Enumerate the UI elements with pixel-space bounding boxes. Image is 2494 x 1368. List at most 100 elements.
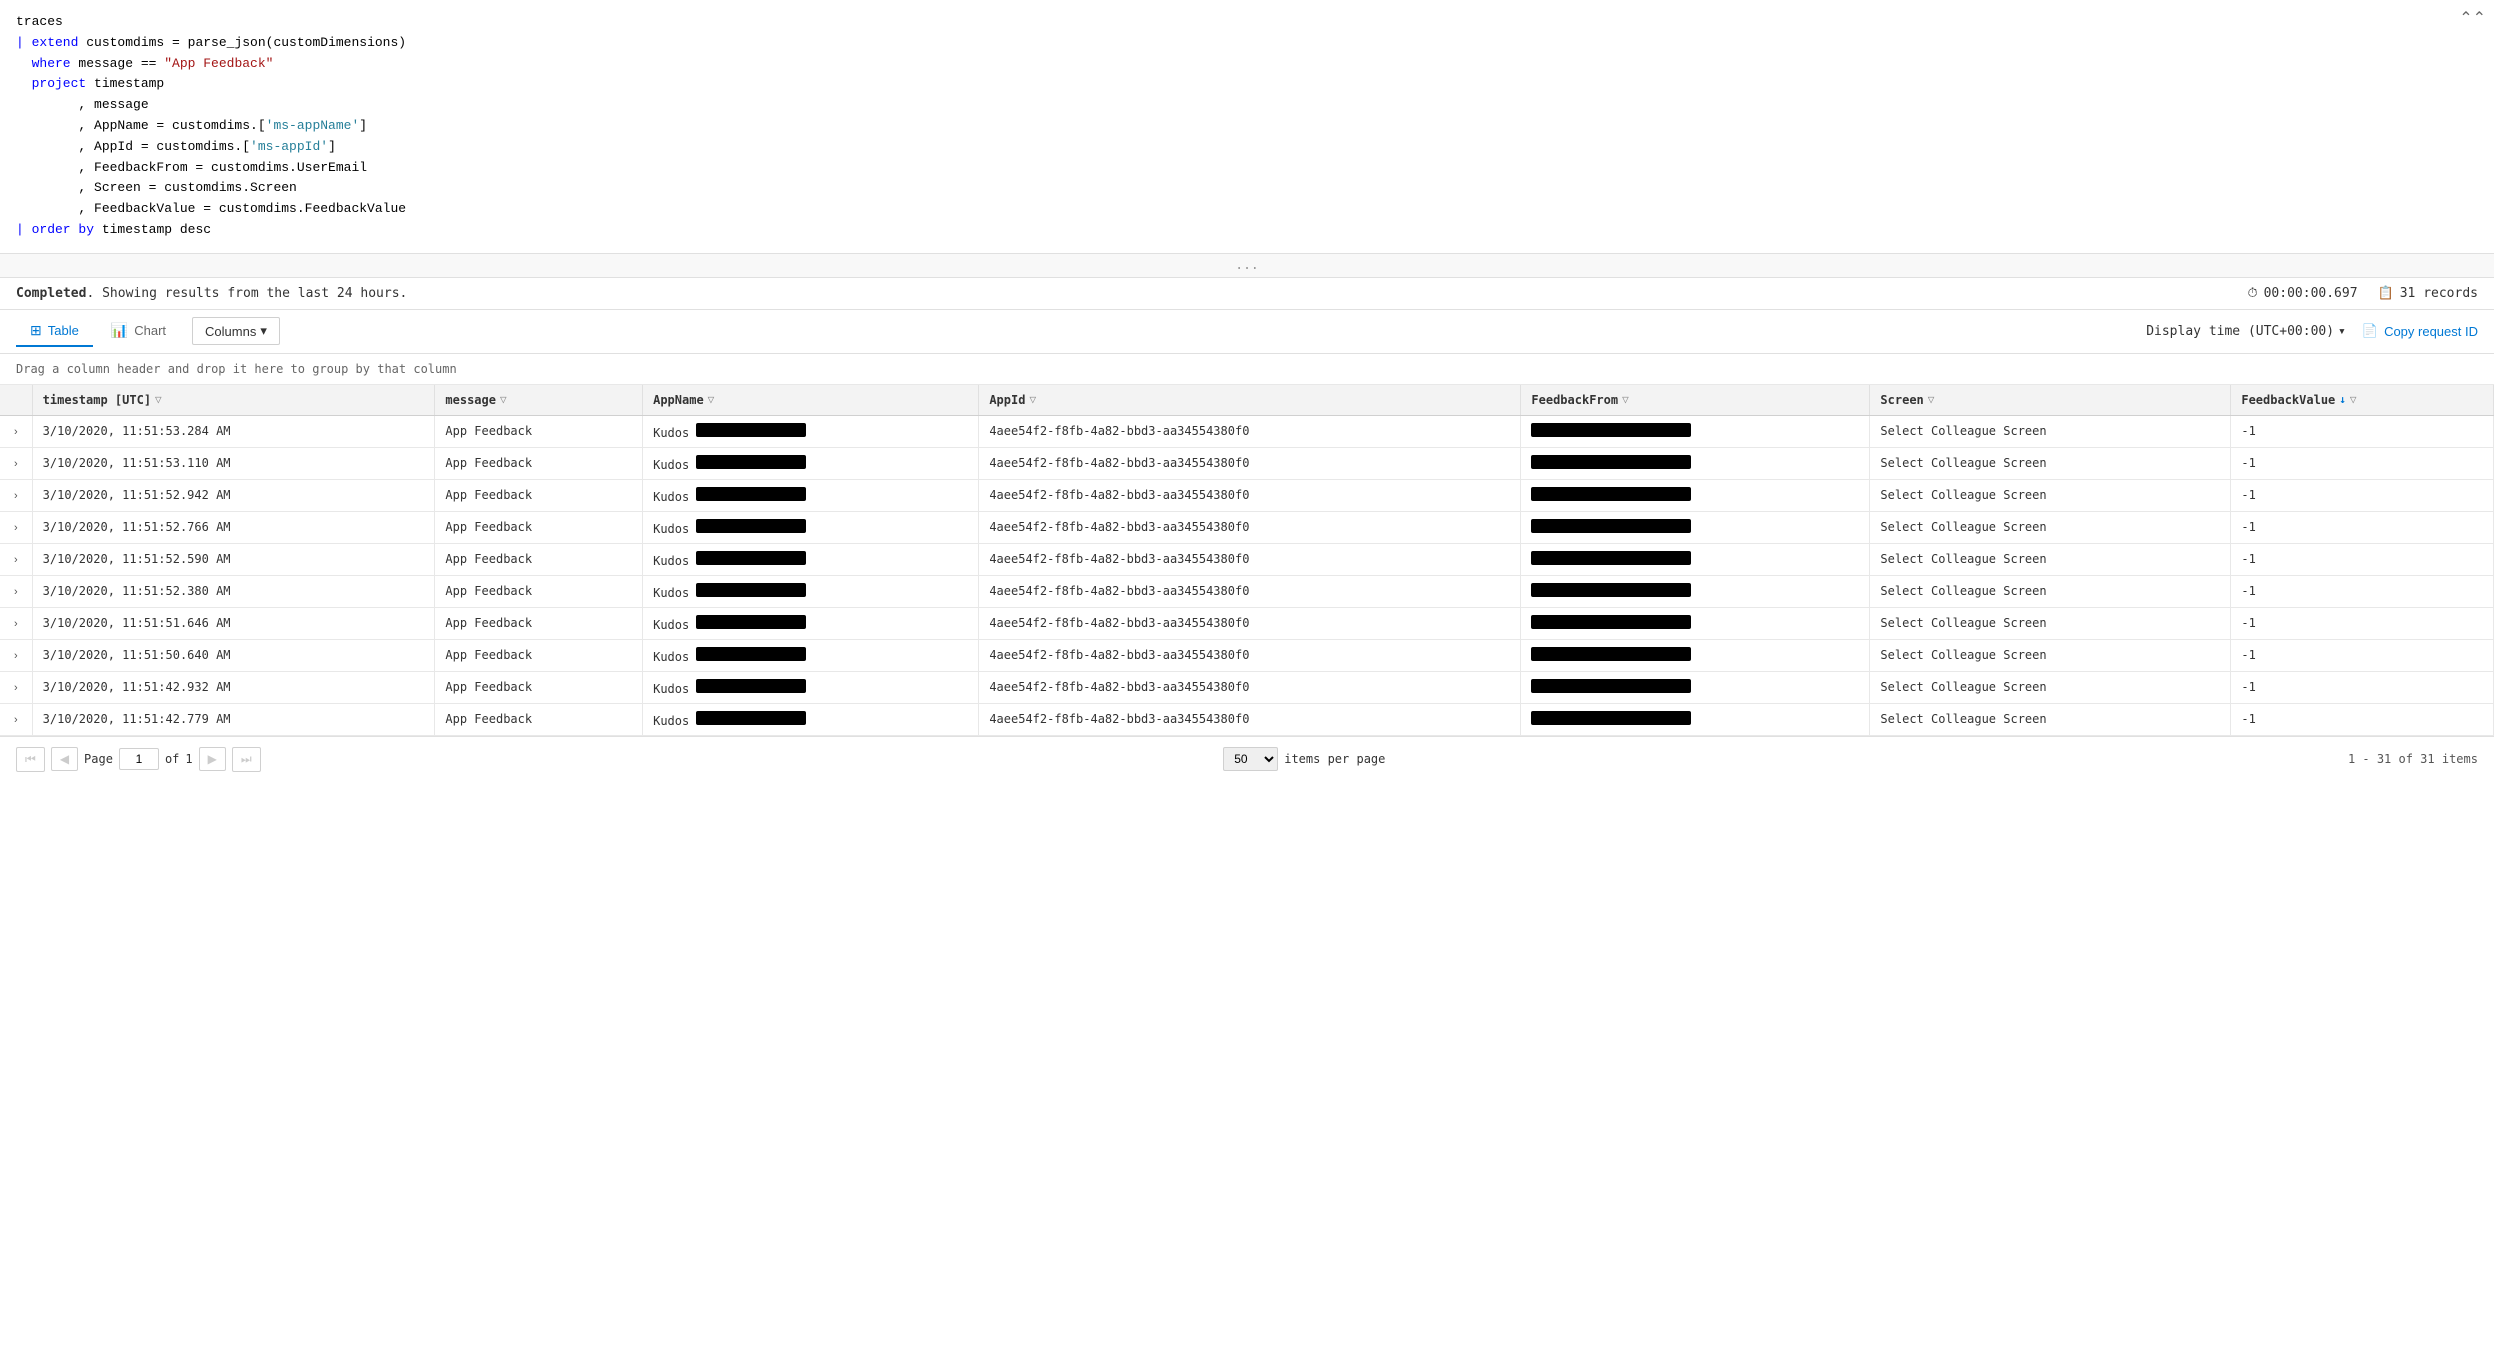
table-row: › 3/10/2020, 11:51:52.380 AM App Feedbac… bbox=[0, 575, 2494, 607]
col-message-header[interactable]: message ▽ bbox=[435, 385, 643, 416]
row-appname-2: Kudos bbox=[643, 479, 979, 511]
expand-button-8[interactable]: › bbox=[10, 682, 22, 694]
copy-request-button[interactable]: 📄 Copy request ID bbox=[2362, 323, 2478, 339]
chevron-down-icon: ▾ bbox=[260, 323, 267, 339]
row-appname-7: Kudos bbox=[643, 639, 979, 671]
row-timestamp-8: 3/10/2020, 11:51:42.932 AM bbox=[32, 671, 435, 703]
last-page-button[interactable]: ⏭ bbox=[232, 747, 261, 772]
col-timestamp-header[interactable]: timestamp [UTC] ▽ bbox=[32, 385, 435, 416]
prev-page-button[interactable]: ◀ bbox=[51, 747, 78, 771]
table-tab[interactable]: ⊞ Table bbox=[16, 316, 93, 347]
row-expand-4[interactable]: › bbox=[0, 543, 32, 575]
feedbackfrom-filter-icon[interactable]: ▽ bbox=[1622, 393, 1629, 406]
expand-button-5[interactable]: › bbox=[10, 586, 22, 598]
feedbackvalue-sort-icon[interactable]: ↓ bbox=[2339, 393, 2346, 406]
copy-request-label: Copy request ID bbox=[2384, 324, 2478, 339]
appname-filter-icon[interactable]: ▽ bbox=[708, 393, 715, 406]
feedbackvalue-filter-icon[interactable]: ▽ bbox=[2350, 393, 2357, 406]
table-row: › 3/10/2020, 11:51:53.110 AM App Feedbac… bbox=[0, 447, 2494, 479]
row-expand-8[interactable]: › bbox=[0, 671, 32, 703]
message-filter-icon[interactable]: ▽ bbox=[500, 393, 507, 406]
row-expand-3[interactable]: › bbox=[0, 511, 32, 543]
row-feedbackfrom-6 bbox=[1521, 607, 1870, 639]
table-row: › 3/10/2020, 11:51:52.590 AM App Feedbac… bbox=[0, 543, 2494, 575]
col-feedbackvalue-header[interactable]: FeedbackValue ↓ ▽ bbox=[2231, 385, 2494, 416]
row-expand-1[interactable]: › bbox=[0, 447, 32, 479]
row-appname-9: Kudos bbox=[643, 703, 979, 735]
appname-col-label: AppName bbox=[653, 393, 704, 407]
row-expand-9[interactable]: › bbox=[0, 703, 32, 735]
appid-filter-icon[interactable]: ▽ bbox=[1029, 393, 1036, 406]
chart-tab[interactable]: 📊 Chart bbox=[97, 316, 180, 347]
code-line-5: , message bbox=[16, 95, 2478, 116]
row-expand-6[interactable]: › bbox=[0, 607, 32, 639]
code-line-1: traces bbox=[16, 12, 2478, 33]
page-label: Page bbox=[84, 752, 113, 766]
table-row: › 3/10/2020, 11:51:51.646 AM App Feedbac… bbox=[0, 607, 2494, 639]
row-feedbackfrom-3 bbox=[1521, 511, 1870, 543]
records-icon: 📋 bbox=[2378, 286, 2394, 301]
row-appid-1: 4aee54f2-f8fb-4a82-bbd3-aa34554380f0 bbox=[979, 447, 1521, 479]
table-row: › 3/10/2020, 11:51:52.766 AM App Feedbac… bbox=[0, 511, 2494, 543]
row-screen-7: Select Colleague Screen bbox=[1870, 639, 2231, 671]
row-appid-2: 4aee54f2-f8fb-4a82-bbd3-aa34554380f0 bbox=[979, 479, 1521, 511]
expand-button-2[interactable]: › bbox=[10, 490, 22, 502]
row-expand-2[interactable]: › bbox=[0, 479, 32, 511]
col-expand-header bbox=[0, 385, 32, 416]
first-page-button[interactable]: ⏮ bbox=[16, 747, 45, 772]
display-time-label: Display time (UTC+00:00) bbox=[2146, 324, 2334, 339]
row-feedbackfrom-4 bbox=[1521, 543, 1870, 575]
row-appid-5: 4aee54f2-f8fb-4a82-bbd3-aa34554380f0 bbox=[979, 575, 1521, 607]
row-screen-3: Select Colleague Screen bbox=[1870, 511, 2231, 543]
screen-col-label: Screen bbox=[1880, 393, 1923, 407]
code-line-2: | extend customdims = parse_json(customD… bbox=[16, 33, 2478, 54]
expand-button-6[interactable]: › bbox=[10, 618, 22, 630]
row-timestamp-1: 3/10/2020, 11:51:53.110 AM bbox=[32, 447, 435, 479]
code-line-4: project timestamp bbox=[16, 74, 2478, 95]
items-per-page-label: items per page bbox=[1284, 752, 1385, 766]
row-feedback-0: -1 bbox=[2231, 415, 2494, 447]
per-page-selector[interactable]: 50 100 200 items per page bbox=[1223, 747, 1385, 771]
page-range-info: 1 - 31 of 31 items bbox=[2348, 752, 2478, 766]
row-message-1: App Feedback bbox=[435, 447, 643, 479]
page-input[interactable] bbox=[119, 748, 159, 770]
col-feedbackfrom-header[interactable]: FeedbackFrom ▽ bbox=[1521, 385, 1870, 416]
expand-button-1[interactable]: › bbox=[10, 458, 22, 470]
row-screen-6: Select Colleague Screen bbox=[1870, 607, 2231, 639]
feedbackvalue-col-label: FeedbackValue bbox=[2241, 393, 2335, 407]
col-screen-header[interactable]: Screen ▽ bbox=[1870, 385, 2231, 416]
code-line-8: , FeedbackFrom = customdims.UserEmail bbox=[16, 158, 2478, 179]
expand-button-3[interactable]: › bbox=[10, 522, 22, 534]
results-table-wrapper[interactable]: timestamp [UTC] ▽ message ▽ AppName ▽ bbox=[0, 385, 2494, 736]
table-row: › 3/10/2020, 11:51:42.932 AM App Feedbac… bbox=[0, 671, 2494, 703]
chart-tab-label: Chart bbox=[134, 323, 166, 338]
row-expand-0[interactable]: › bbox=[0, 415, 32, 447]
expand-button-4[interactable]: › bbox=[10, 554, 22, 566]
col-appname-header[interactable]: AppName ▽ bbox=[643, 385, 979, 416]
screen-filter-icon[interactable]: ▽ bbox=[1928, 393, 1935, 406]
row-feedbackfrom-9 bbox=[1521, 703, 1870, 735]
expand-button-0[interactable]: › bbox=[10, 426, 22, 438]
row-expand-5[interactable]: › bbox=[0, 575, 32, 607]
display-time-selector[interactable]: Display time (UTC+00:00) ▾ bbox=[2146, 324, 2346, 339]
row-appname-6: Kudos bbox=[643, 607, 979, 639]
expand-button-9[interactable]: › bbox=[10, 714, 22, 726]
row-screen-0: Select Colleague Screen bbox=[1870, 415, 2231, 447]
records-count: 31 records bbox=[2400, 286, 2478, 301]
columns-label: Columns bbox=[205, 324, 256, 339]
row-message-3: App Feedback bbox=[435, 511, 643, 543]
collapse-button[interactable]: ⌃⌃ bbox=[2459, 8, 2486, 28]
timestamp-filter-icon[interactable]: ▽ bbox=[155, 393, 162, 406]
row-message-7: App Feedback bbox=[435, 639, 643, 671]
row-message-2: App Feedback bbox=[435, 479, 643, 511]
expand-button-7[interactable]: › bbox=[10, 650, 22, 662]
row-expand-7[interactable]: › bbox=[0, 639, 32, 671]
of-total: 1 bbox=[185, 752, 192, 766]
next-page-button[interactable]: ▶ bbox=[199, 747, 226, 771]
row-appname-0: Kudos bbox=[643, 415, 979, 447]
col-appid-header[interactable]: AppId ▽ bbox=[979, 385, 1521, 416]
row-message-0: App Feedback bbox=[435, 415, 643, 447]
columns-button[interactable]: Columns ▾ bbox=[192, 317, 280, 345]
row-appid-4: 4aee54f2-f8fb-4a82-bbd3-aa34554380f0 bbox=[979, 543, 1521, 575]
per-page-dropdown[interactable]: 50 100 200 bbox=[1223, 747, 1278, 771]
